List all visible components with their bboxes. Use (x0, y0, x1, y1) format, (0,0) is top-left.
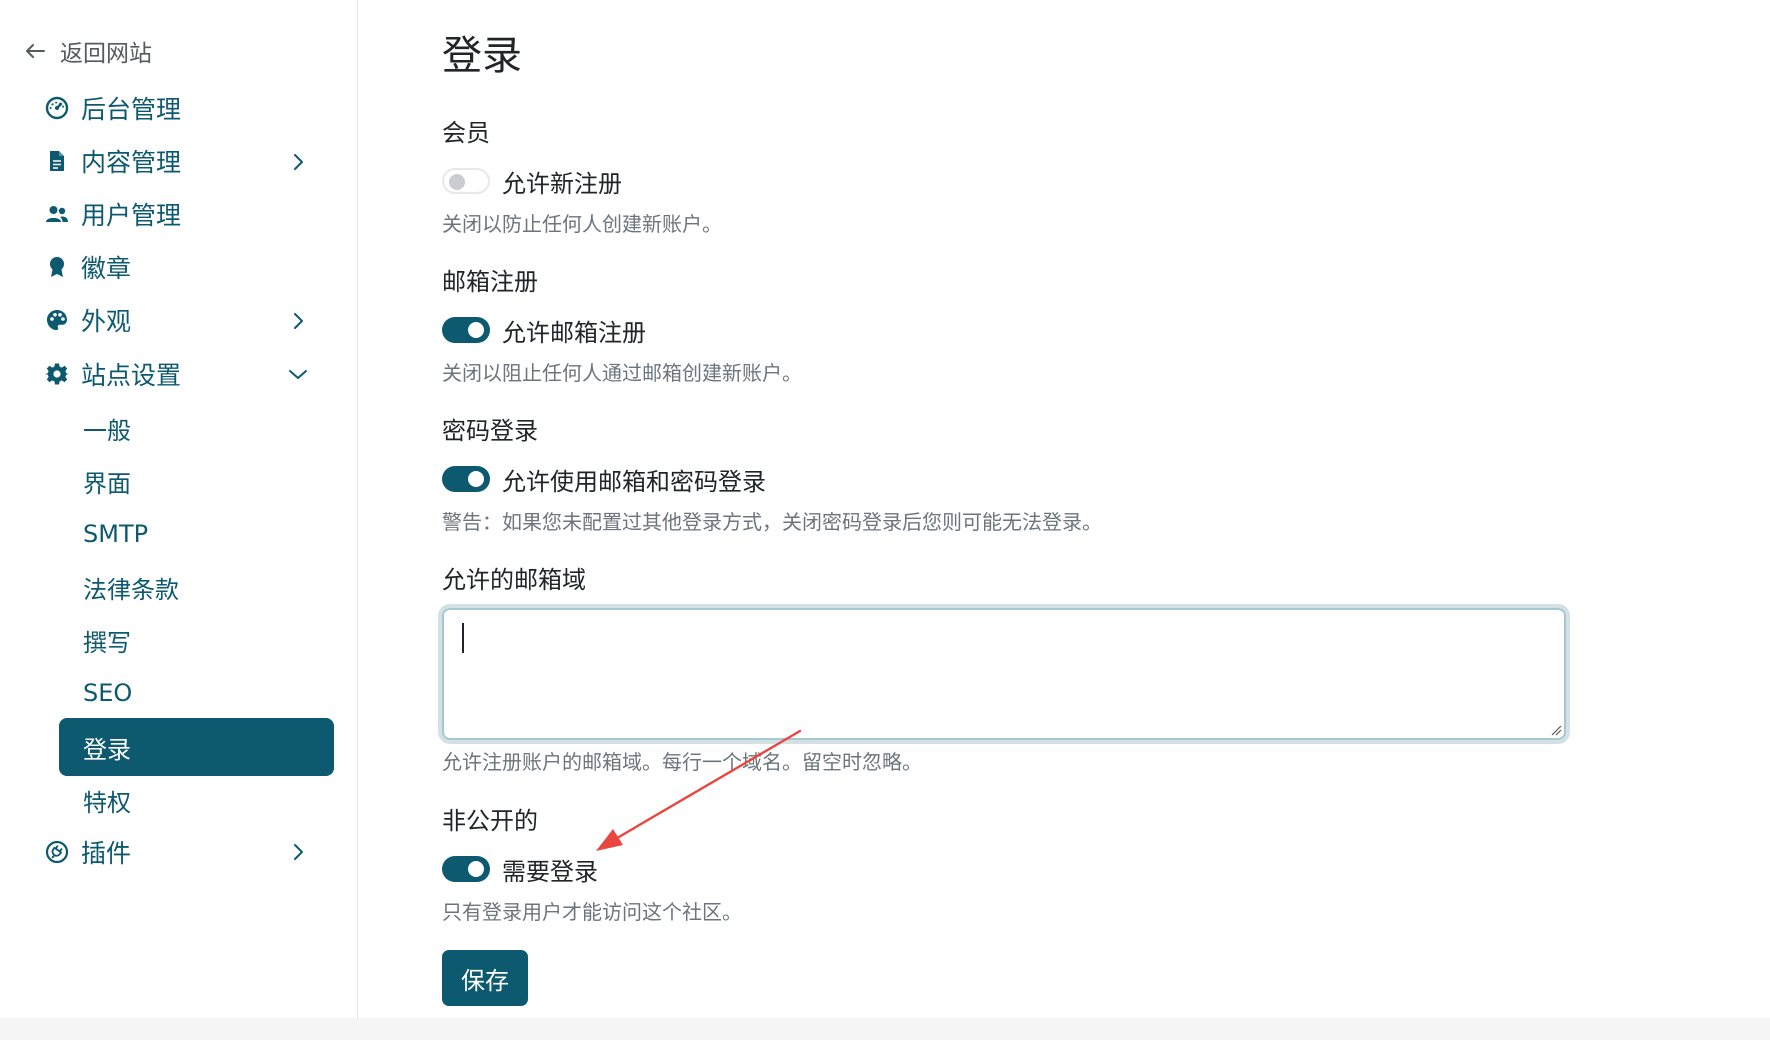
toggle-knob (468, 322, 484, 338)
sub-item-label: SMTP (83, 520, 149, 548)
section-label-membership: 会员 (442, 119, 490, 147)
toggle-knob (468, 471, 484, 487)
save-button[interactable]: 保存 (442, 950, 528, 1006)
sidebar: 返回网站 后台管理 内容管理 用户管理 徽章 外观 站点设置 一般 界面 SMT… (0, 0, 358, 1018)
back-to-site-label: 返回网站 (60, 41, 152, 67)
toggle-allow-email-registration[interactable]: 允许邮箱注册 (442, 313, 646, 347)
sub-item-general[interactable]: 一般 (59, 399, 334, 457)
nav-item-users[interactable]: 用户管理 (45, 194, 181, 234)
toggle-allow-password-login[interactable]: 允许使用邮箱和密码登录 (442, 462, 766, 496)
sub-item-write[interactable]: 撰写 (59, 611, 334, 669)
section-label-password-login: 密码登录 (442, 417, 538, 445)
help-text: 关闭以防止任何人创建新账户。 (442, 212, 722, 236)
allowed-domains-textarea[interactable] (442, 608, 1566, 740)
chevron-down-icon[interactable] (287, 363, 309, 385)
chevron-right-icon[interactable] (287, 841, 309, 863)
toggle-switch[interactable] (442, 466, 490, 492)
nav-item-label: 插件 (81, 839, 132, 868)
sub-item-label: 登录 (83, 735, 131, 764)
help-text: 只有登录用户才能访问这个社区。 (442, 900, 742, 924)
plugin-icon (45, 840, 69, 864)
sub-item-label: SEO (83, 679, 133, 707)
sub-item-login[interactable]: 登录 (59, 718, 334, 776)
section-label-private: 非公开的 (442, 807, 538, 835)
help-text-warning: 警告：如果您未配置过其他登录方式，关闭密码登录后您则可能无法登录。 (442, 510, 1102, 534)
nav-item-site-settings[interactable]: 站点设置 (45, 354, 181, 394)
nav-item-dashboard[interactable]: 后台管理 (45, 88, 181, 128)
nav-item-badges[interactable]: 徽章 (45, 247, 131, 287)
chevron-right-icon[interactable] (287, 151, 309, 173)
toggle-label: 允许使用邮箱和密码登录 (502, 467, 766, 496)
resize-grip-icon[interactable] (1550, 724, 1562, 736)
admin-app: 返回网站 后台管理 内容管理 用户管理 徽章 外观 站点设置 一般 界面 SMT… (0, 0, 1770, 1018)
chevron-right-icon[interactable] (287, 310, 309, 332)
sub-item-legal[interactable]: 法律条款 (59, 558, 334, 616)
back-to-site-link[interactable]: 返回网站 (22, 34, 152, 68)
section-label-email-registration: 邮箱注册 (442, 268, 538, 296)
nav-item-plugins[interactable]: 插件 (45, 832, 131, 872)
sub-item-seo[interactable]: SEO (59, 664, 334, 722)
nav-item-label: 徽章 (81, 254, 132, 283)
sub-item-label: 撰写 (83, 628, 131, 657)
help-text: 关闭以阻止任何人通过邮箱创建新账户。 (442, 361, 802, 385)
toggle-switch[interactable] (442, 856, 490, 882)
nav-item-label: 后台管理 (81, 95, 182, 124)
nav-item-label: 内容管理 (81, 148, 182, 177)
file-text-icon (50, 151, 64, 171)
toggle-allow-registration[interactable]: 允许新注册 (442, 164, 622, 198)
users-icon (46, 206, 68, 222)
nav-item-label: 用户管理 (81, 201, 182, 230)
sub-item-smtp[interactable]: SMTP (59, 505, 334, 563)
gear-icon (45, 363, 69, 385)
sub-item-privileges[interactable]: 特权 (59, 771, 334, 829)
toggle-knob (449, 174, 465, 190)
dashboard-gauge-icon (45, 96, 69, 120)
arrow-left-icon (26, 44, 45, 58)
toggle-label: 需要登录 (502, 857, 598, 886)
sub-item-label: 一般 (83, 416, 131, 445)
text-caret (462, 623, 464, 653)
sub-item-label: 特权 (83, 788, 131, 817)
nav-item-content[interactable]: 内容管理 (45, 141, 181, 181)
sub-item-interface[interactable]: 界面 (59, 452, 334, 510)
toggle-label: 允许新注册 (502, 169, 622, 198)
help-text: 允许注册账户的邮箱域。每行一个域名。留空时忽略。 (442, 750, 922, 774)
toggle-require-login[interactable]: 需要登录 (442, 852, 598, 886)
nav-item-label: 站点设置 (81, 361, 182, 390)
section-label-allowed-domains: 允许的邮箱域 (442, 566, 586, 594)
sub-item-label: 界面 (83, 469, 131, 498)
award-badge-icon (50, 257, 64, 277)
toggle-switch[interactable] (442, 317, 490, 343)
toggle-switch[interactable] (442, 168, 490, 194)
toggle-label: 允许邮箱注册 (502, 318, 646, 347)
page-title: 登录 (442, 33, 522, 79)
nav-item-label: 外观 (81, 307, 132, 336)
sub-item-label: 法律条款 (83, 575, 179, 604)
palette-icon (47, 310, 67, 330)
nav-item-appearance[interactable]: 外观 (45, 300, 131, 340)
main-content: 登录 会员 允许新注册 关闭以防止任何人创建新账户。 邮箱注册 允许邮箱注册 关… (358, 0, 1770, 1018)
toggle-knob (468, 861, 484, 877)
